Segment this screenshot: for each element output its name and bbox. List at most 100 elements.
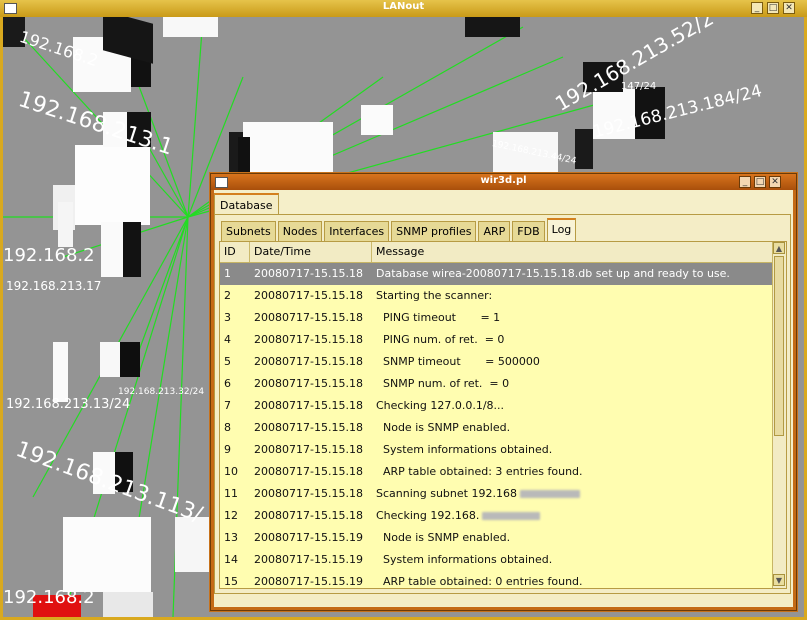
- dialog-close-button[interactable]: ✕: [769, 176, 781, 188]
- cell-id: 5: [224, 355, 231, 368]
- close-button[interactable]: ✕: [783, 2, 795, 14]
- cell-datetime: 20080717-15.15.18: [254, 267, 363, 280]
- dialog-title: wir3d.pl: [480, 175, 527, 186]
- tab-fdb[interactable]: FDB: [512, 221, 545, 242]
- dialog-frame-bottom: [211, 607, 796, 610]
- tab-arp[interactable]: ARP: [478, 221, 511, 242]
- subnet-label: 192.168.213.17: [6, 279, 102, 293]
- table-header: ID Date/Time Message: [220, 242, 773, 263]
- column-header-message[interactable]: Message: [372, 242, 773, 262]
- cell-datetime: 20080717-15.15.18: [254, 509, 363, 522]
- vertical-scrollbar[interactable]: ▲ ▼: [772, 242, 786, 588]
- subnet-label: 192.168.2: [3, 587, 95, 608]
- redacted-ip: [482, 512, 541, 520]
- message-text: Node is SNMP enabled.: [376, 531, 511, 544]
- scroll-down-arrow[interactable]: ▼: [773, 574, 785, 586]
- cell-id: 1: [224, 267, 231, 280]
- cell-datetime: 20080717-15.15.18: [254, 399, 363, 412]
- column-header-id[interactable]: ID: [220, 242, 250, 262]
- table-row[interactable]: 10 20080717-15.15.18 ARP table obtained: …: [220, 461, 773, 483]
- cell-datetime: 20080717-15.15.19: [254, 553, 363, 566]
- database-tab-bar: Subnets Nodes Interfaces SNMP profiles A…: [221, 218, 578, 243]
- table-row[interactable]: 13 20080717-15.15.19 Node is SNMP enabled…: [220, 527, 773, 549]
- dialog-frame-right: [793, 190, 796, 610]
- main-titlebar[interactable]: LANout _ □ ✕: [0, 0, 807, 18]
- cell-id: 10: [224, 465, 238, 478]
- tab-snmp-profiles[interactable]: SNMP profiles: [391, 221, 477, 242]
- message-text: Node is SNMP enabled.: [376, 421, 511, 434]
- dialog-status-area: [214, 594, 792, 606]
- message-text: PING num. of ret. = 0: [376, 333, 505, 346]
- table-row[interactable]: 5 20080717-15.15.18 SNMP timeout = 500000: [220, 351, 773, 373]
- dialog-titlebar[interactable]: wir3d.pl _ □ ✕: [211, 174, 796, 190]
- cell-message: ARP table obtained: 0 entries found.: [376, 571, 583, 588]
- redacted-ip: [519, 490, 580, 498]
- cell-message: Checking 192.168.: [376, 505, 541, 527]
- cell-id: 11: [224, 487, 238, 500]
- tab-subnets[interactable]: Subnets: [221, 221, 276, 242]
- scroll-thumb[interactable]: [774, 256, 784, 436]
- subnet-label: 147/24: [621, 81, 657, 92]
- dialog-maximize-button[interactable]: □: [754, 176, 766, 188]
- table-row[interactable]: 12 20080717-15.15.18 Checking 192.168.: [220, 505, 773, 527]
- message-text: System informations obtained.: [376, 553, 553, 566]
- maximize-button[interactable]: □: [767, 2, 779, 14]
- cell-message: System informations obtained.: [376, 549, 552, 571]
- table-row[interactable]: 6 20080717-15.15.18 SNMP num. of ret. = 0: [220, 373, 773, 395]
- cell-message: SNMP timeout = 500000: [376, 351, 540, 373]
- cell-datetime: 20080717-15.15.18: [254, 487, 363, 500]
- cell-message: Node is SNMP enabled.: [376, 527, 510, 549]
- log-rows: 1 20080717-15.15.18 Database wirea-2008071…: [220, 263, 773, 588]
- message-text: System informations obtained.: [376, 443, 553, 456]
- subnet-label: 192.168.213.13/24: [6, 397, 131, 412]
- cell-datetime: 20080717-15.15.18: [254, 421, 363, 434]
- tab-interfaces[interactable]: Interfaces: [324, 221, 390, 242]
- tab-nodes[interactable]: Nodes: [277, 221, 323, 242]
- table-row[interactable]: 2 20080717-15.15.18 Starting the scanner:: [220, 285, 773, 307]
- table-row[interactable]: 8 20080717-15.15.18 Node is SNMP enabled.: [220, 417, 773, 439]
- cell-datetime: 20080717-15.15.18: [254, 333, 363, 346]
- main-window-title: LANout: [382, 1, 425, 12]
- cell-id: 4: [224, 333, 231, 346]
- message-text: SNMP num. of ret. = 0: [376, 377, 510, 390]
- cell-message: PING num. of ret. = 0: [376, 329, 504, 351]
- cell-datetime: 20080717-15.15.19: [254, 575, 363, 588]
- cell-message: Scanning subnet 192.168: [376, 483, 580, 505]
- column-header-datetime[interactable]: Date/Time: [250, 242, 372, 262]
- tab-log[interactable]: Log: [546, 218, 577, 243]
- cell-id: 7: [224, 399, 231, 412]
- subnet-label: 192.168.2: [3, 245, 95, 266]
- cell-message: PING timeout = 1: [376, 307, 500, 329]
- cell-id: 9: [224, 443, 231, 456]
- cell-id: 14: [224, 553, 238, 566]
- table-row[interactable]: 9 20080717-15.15.18 System informations o…: [220, 439, 773, 461]
- message-text: ARP table obtained: 3 entries found.: [376, 465, 583, 478]
- cell-id: 2: [224, 289, 231, 302]
- dialog-minimize-button[interactable]: _: [739, 176, 751, 188]
- table-row[interactable]: 3 20080717-15.15.18 PING timeout = 1: [220, 307, 773, 329]
- message-text: Checking 127.0.0.1/8...: [376, 399, 505, 412]
- table-row[interactable]: 11 20080717-15.15.18 Scanning subnet 192.1…: [220, 483, 773, 505]
- minimize-button[interactable]: _: [751, 2, 763, 14]
- cell-message: Starting the scanner:: [376, 285, 492, 307]
- cell-datetime: 20080717-15.15.18: [254, 443, 363, 456]
- table-row[interactable]: 4 20080717-15.15.18 PING num. of ret. = 0: [220, 329, 773, 351]
- scroll-up-arrow[interactable]: ▲: [773, 242, 785, 254]
- message-text: Checking 192.168.: [376, 509, 480, 522]
- wir3d-dialog[interactable]: wir3d.pl _ □ ✕ Database Subnets Nodes In…: [210, 173, 797, 611]
- table-row[interactable]: 14 20080717-15.15.19 System informations …: [220, 549, 773, 571]
- cell-id: 8: [224, 421, 231, 434]
- cell-message: ARP table obtained: 3 entries found.: [376, 461, 583, 483]
- cell-datetime: 20080717-15.15.18: [254, 289, 363, 302]
- cell-id: 3: [224, 311, 231, 324]
- cell-datetime: 20080717-15.15.18: [254, 465, 363, 478]
- cell-message: Node is SNMP enabled.: [376, 417, 510, 439]
- cell-message: System informations obtained.: [376, 439, 552, 461]
- table-row[interactable]: 15 20080717-15.15.19 ARP table obtained: …: [220, 571, 773, 588]
- table-row[interactable]: 1 20080717-15.15.18 Database wirea-2008071…: [220, 263, 773, 285]
- log-table: ID Date/Time Message 1 20080717-15.15.18 D…: [219, 241, 787, 589]
- cell-id: 12: [224, 509, 238, 522]
- table-row[interactable]: 7 20080717-15.15.18 Checking 127.0.0.1/8..…: [220, 395, 773, 417]
- cell-message: SNMP num. of ret. = 0: [376, 373, 509, 395]
- cell-message: Database wirea-20080717-15.15.18.db set …: [376, 263, 730, 285]
